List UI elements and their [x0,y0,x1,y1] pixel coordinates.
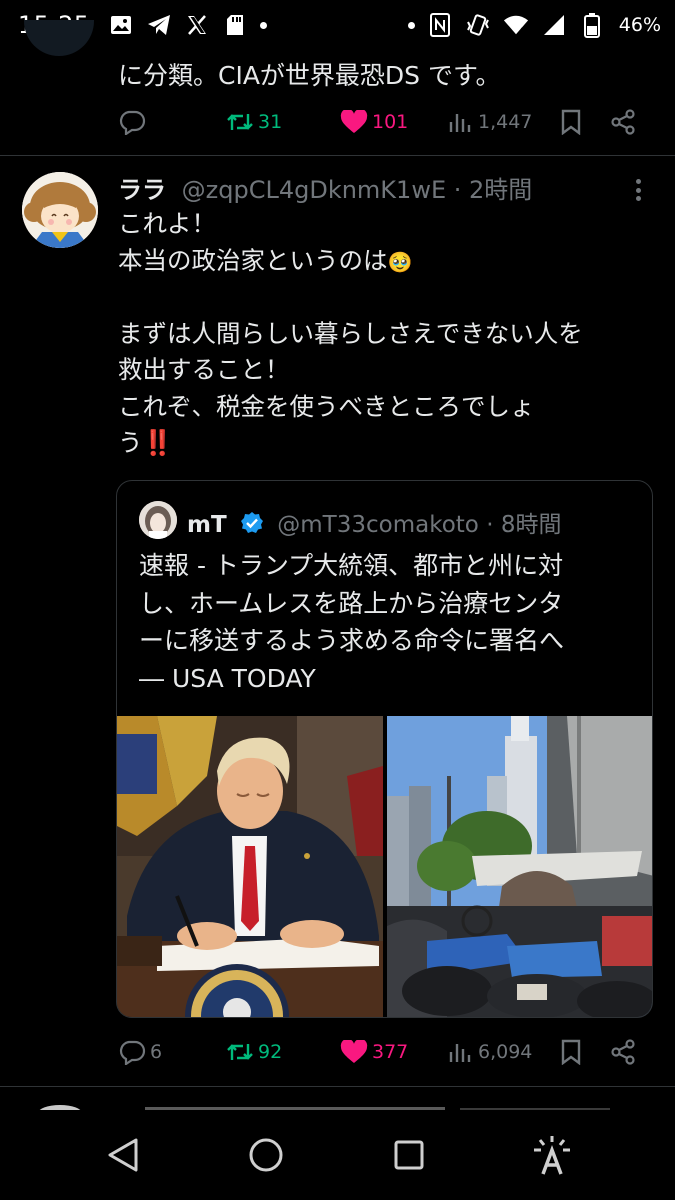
retweet-count: 92 [258,1041,283,1063]
like-button[interactable]: 101 [340,110,408,134]
tweet-divider [0,1086,675,1087]
handle-and-time[interactable]: @zqpCL4gDknmK1wE · 2時間 [182,176,533,204]
tweet-header: ララ @zqpCL4gDknmK1wE · 2時間 [118,170,532,205]
verified-badge-icon [240,511,264,541]
status-dot [407,21,415,29]
quoted-line: 速報 - トランプ大統領、都市と州に対 [139,551,564,580]
retweet-count: 31 [258,111,283,133]
reply-count: 6 [150,1041,163,1063]
x-icon [184,12,210,38]
previous-tweet-text: に分類。CIAが世界最恐DS です。 [118,61,501,90]
quoted-handle-and-time: @mT33comakoto · 8時間 [277,512,562,538]
double-exclamation-emoji: ‼️ [142,428,174,457]
svg-text:4: 4 [519,25,524,35]
navigation-bar [0,1110,675,1200]
signal-icon [541,12,567,38]
tweet-line: 救出すること！ [118,355,290,384]
tweet-line-with-emoji: 本当の政治家というのは🥹 [118,243,658,280]
quoted-line: し、ホームレスを路上から治療センタ [139,588,564,618]
views-icon [449,1044,471,1062]
nfc-icon [427,12,453,38]
like-count: 101 [372,111,409,133]
share-icon [611,109,635,135]
quoted-tweet-card[interactable]: mT @mT33comakoto · 8時間 速報 - トランプ大統領、都市と州… [116,480,653,1018]
battery-icon [579,12,605,38]
tweet-line: 本当の政治家というのは [118,245,388,275]
previous-tweet-actions: 31 101 1,447 [118,104,648,140]
accessibility-icon [534,1136,570,1175]
bookmark-icon [561,1039,581,1065]
retweet-button[interactable]: 92 [226,1040,282,1064]
sd-card-icon [222,12,248,38]
home-icon [249,1138,283,1172]
heart-icon [340,1040,368,1063]
vibrate-icon [465,12,491,38]
previous-avatar[interactable] [24,20,94,56]
display-name[interactable]: ララ [118,176,166,204]
recents-icon [394,1140,424,1170]
tweet-line: これぞ、税金を使うべきところでしょ [118,391,535,421]
like-button[interactable]: 377 [340,1040,408,1064]
tweet-line [118,279,658,316]
tear-emoji: 🥹 [387,249,413,274]
quoted-line: ーに移送するよう求める命令に署名へ [139,626,565,655]
quoted-text: 速報 - トランプ大統領、都市と州に対 し、ホームレスを路上から治療センタ ーに… [139,547,639,697]
photo-signing[interactable] [117,716,383,1017]
tweet-text: これよ！ 本当の政治家というのは🥹 まずは人間らしい暮らしさえできない人を 救出… [118,206,658,462]
notification-icons [108,12,267,38]
views-icon [449,114,471,132]
photo-encampment[interactable] [387,716,652,1017]
notification-dot [259,21,267,29]
views-count: 6,094 [478,1041,533,1063]
retweet-button[interactable]: 31 [226,110,282,134]
back-icon [108,1138,138,1172]
tweet-actions: 6 92 377 6,094 [118,1034,648,1070]
tweet-divider [0,155,675,156]
bookmark-icon [561,109,581,135]
accessibility-button[interactable] [527,1130,577,1180]
like-count: 377 [372,1041,409,1063]
tweet-line-with-emoji: う‼️ [118,425,658,462]
quoted-avatar [139,501,177,539]
system-icons: 4 46% [407,12,661,38]
reply-button[interactable] [118,109,146,135]
retweet-icon [227,1044,253,1060]
share-button[interactable] [610,109,636,135]
heart-icon [340,110,368,133]
back-button[interactable] [98,1130,148,1180]
quoted-display-name: mT [187,512,227,538]
recents-button[interactable] [384,1130,434,1180]
avatar[interactable] [22,172,98,248]
home-button[interactable] [241,1130,291,1180]
reply-icon [119,1040,146,1065]
tweet-line: う [118,428,143,457]
telegram-icon [146,12,172,38]
reply-button[interactable]: 6 [118,1039,162,1065]
quoted-line: ― USA TODAY [139,663,316,693]
wifi-icon: 4 [503,12,529,38]
views-button[interactable]: 6,094 [448,1040,532,1064]
bookmark-button[interactable] [560,109,582,135]
tweet-line: まずは人間らしい暮らしさえできない人を [118,318,583,348]
share-button[interactable] [610,1039,636,1065]
gallery-icon [108,12,134,38]
quoted-header: mT @mT33comakoto · 8時間 [187,505,561,541]
views-button[interactable]: 1,447 [448,110,532,134]
retweet-icon [227,114,253,130]
status-bar: 15:25 4 46% [0,0,675,50]
tweet-line: これよ！ [118,209,216,238]
battery-percent: 46% [618,14,661,36]
more-options-icon[interactable] [628,176,648,204]
views-count: 1,447 [478,111,533,133]
share-icon [611,1039,635,1065]
bookmark-button[interactable] [560,1039,582,1065]
reply-icon [119,110,146,135]
